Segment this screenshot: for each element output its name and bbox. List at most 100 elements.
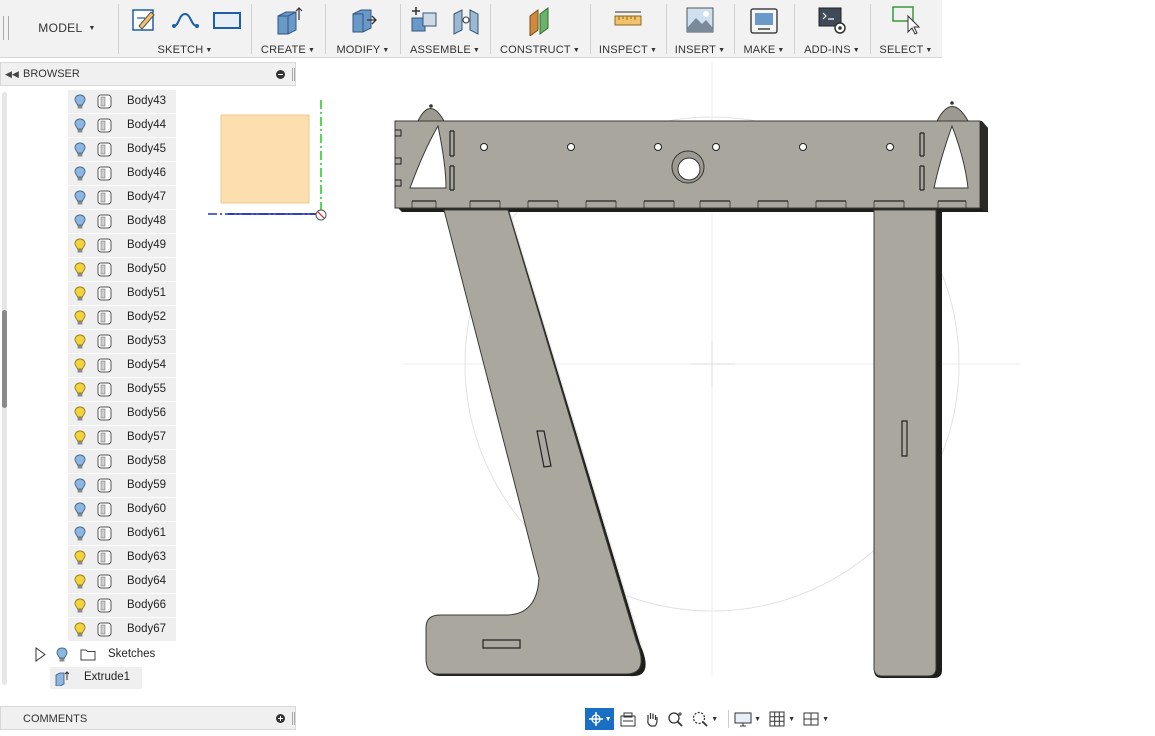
tree-body-row[interactable]: Body46 bbox=[68, 162, 176, 185]
visibility-bulb-icon[interactable] bbox=[74, 382, 86, 398]
collapse-panel-icon[interactable]: ◀◀ bbox=[5, 69, 19, 80]
body-icon bbox=[97, 502, 112, 517]
tree-body-row[interactable]: Body59 bbox=[68, 474, 176, 497]
zoom-button[interactable] bbox=[666, 708, 686, 730]
visibility-bulb-icon[interactable] bbox=[74, 574, 86, 590]
tree-body-row[interactable]: Body63 bbox=[68, 546, 176, 569]
tree-body-row[interactable]: Body43 bbox=[68, 90, 176, 113]
tree-body-row[interactable]: Body51 bbox=[68, 282, 176, 305]
create-group[interactable]: CREATE ▼ bbox=[253, 0, 323, 58]
tree-body-row[interactable]: Body61 bbox=[68, 522, 176, 545]
visibility-bulb-icon[interactable] bbox=[74, 502, 86, 518]
joint-icon[interactable] bbox=[450, 4, 482, 36]
tree-body-row[interactable]: Body47 bbox=[68, 186, 176, 209]
tree-body-row[interactable]: Body66 bbox=[68, 594, 176, 617]
add-ins-group[interactable]: ADD-INS ▼ bbox=[796, 0, 868, 58]
visibility-bulb-icon[interactable] bbox=[74, 550, 86, 566]
visibility-bulb-icon[interactable] bbox=[74, 262, 86, 278]
minimize-panel-icon[interactable] bbox=[276, 70, 285, 79]
visibility-bulb-icon[interactable] bbox=[74, 478, 86, 494]
scripts-icon[interactable] bbox=[816, 4, 848, 36]
toolbar-grip[interactable] bbox=[3, 16, 9, 40]
tree-extrude-feature[interactable]: Extrude1 bbox=[50, 667, 142, 689]
frame-top-beam[interactable] bbox=[394, 101, 988, 212]
orbit-button[interactable]: ▼ bbox=[585, 708, 615, 730]
comments-panel-header[interactable]: COMMENTS bbox=[0, 706, 296, 730]
browser-scrollbar[interactable] bbox=[2, 92, 7, 685]
tree-body-row[interactable]: Body50 bbox=[68, 258, 176, 281]
visibility-bulb-icon[interactable] bbox=[74, 310, 86, 326]
frame-right-leg[interactable] bbox=[873, 209, 942, 678]
construct-group[interactable]: CONSTRUCT ▼ bbox=[492, 0, 588, 58]
scrollbar-thumb[interactable] bbox=[2, 310, 7, 408]
modify-group[interactable]: MODIFY ▼ bbox=[327, 0, 399, 58]
visibility-bulb-icon[interactable] bbox=[74, 238, 86, 254]
visibility-bulb-icon[interactable] bbox=[74, 166, 86, 182]
visibility-bulb-icon[interactable] bbox=[74, 94, 86, 110]
rectangle-icon[interactable] bbox=[211, 4, 243, 36]
expand-arrow-icon[interactable] bbox=[34, 647, 46, 662]
inspect-group[interactable]: INSPECT ▼ bbox=[592, 0, 664, 58]
visibility-bulb-icon[interactable] bbox=[74, 430, 86, 446]
tree-body-row[interactable]: Body53 bbox=[68, 330, 176, 353]
display-settings-button[interactable] bbox=[733, 708, 753, 730]
chevron-down-icon[interactable]: ▼ bbox=[822, 716, 829, 723]
offset-plane-icon[interactable] bbox=[524, 4, 556, 36]
visibility-bulb-icon[interactable] bbox=[74, 118, 86, 134]
insert-group[interactable]: INSERT ▼ bbox=[668, 0, 732, 58]
insert-image-icon[interactable] bbox=[684, 4, 716, 36]
tree-body-row[interactable]: Body67 bbox=[68, 618, 176, 641]
measure-icon[interactable] bbox=[612, 4, 644, 36]
chevron-down-icon[interactable]: ▼ bbox=[711, 716, 718, 723]
tree-body-row[interactable]: Body52 bbox=[68, 306, 176, 329]
new-component-icon[interactable] bbox=[408, 4, 440, 36]
spline-icon[interactable] bbox=[169, 4, 201, 36]
select-group[interactable]: SELECT ▼ bbox=[872, 0, 940, 58]
visibility-bulb-icon[interactable] bbox=[74, 214, 86, 230]
extrude-box-icon[interactable] bbox=[272, 4, 304, 36]
tree-body-row[interactable]: Body60 bbox=[68, 498, 176, 521]
visibility-bulb-icon[interactable] bbox=[74, 286, 86, 302]
make-group[interactable]: MAKE ▼ bbox=[736, 0, 792, 58]
pan-button[interactable] bbox=[642, 708, 662, 730]
tree-body-row[interactable]: Body55 bbox=[68, 378, 176, 401]
3d-print-icon[interactable] bbox=[748, 4, 780, 36]
panel-resize-grip[interactable] bbox=[292, 68, 295, 81]
tree-body-row[interactable]: Body54 bbox=[68, 354, 176, 377]
look-at-button[interactable] bbox=[618, 708, 638, 730]
press-pull-icon[interactable] bbox=[347, 4, 379, 36]
select-icon[interactable] bbox=[890, 4, 922, 36]
grid-button[interactable] bbox=[767, 708, 787, 730]
chevron-down-icon[interactable]: ▼ bbox=[788, 716, 795, 723]
add-comment-icon[interactable] bbox=[276, 714, 285, 723]
tree-body-row[interactable]: Body56 bbox=[68, 402, 176, 425]
tree-body-row[interactable]: Body57 bbox=[68, 426, 176, 449]
browser-panel-header[interactable]: ◀◀ BROWSER bbox=[0, 62, 296, 86]
visibility-bulb-icon[interactable] bbox=[74, 526, 86, 542]
visibility-bulb-icon[interactable] bbox=[74, 622, 86, 638]
chevron-down-icon[interactable]: ▼ bbox=[754, 716, 761, 723]
tree-body-row[interactable]: Body64 bbox=[68, 570, 176, 593]
tree-body-row[interactable]: Body45 bbox=[68, 138, 176, 161]
tree-body-row[interactable]: Body44 bbox=[68, 114, 176, 137]
visibility-bulb-icon[interactable] bbox=[74, 406, 86, 422]
panel-resize-grip[interactable] bbox=[292, 712, 295, 725]
tree-sketches-folder[interactable]: Sketches bbox=[30, 644, 170, 666]
visibility-bulb-icon[interactable] bbox=[74, 598, 86, 614]
assemble-group[interactable]: ASSEMBLE ▼ bbox=[402, 0, 488, 58]
tree-body-row[interactable]: Body58 bbox=[68, 450, 176, 473]
visibility-bulb-icon[interactable] bbox=[74, 358, 86, 374]
tree-body-row[interactable]: Body49 bbox=[68, 234, 176, 257]
workspace-selector[interactable]: MODEL ▼ bbox=[18, 14, 116, 42]
visibility-bulb-icon[interactable] bbox=[74, 334, 86, 350]
visibility-bulb-icon[interactable] bbox=[74, 142, 86, 158]
viewports-button[interactable] bbox=[801, 708, 821, 730]
frame-left-leg[interactable] bbox=[425, 209, 646, 677]
sketch-group[interactable]: SKETCH ▼ bbox=[120, 0, 250, 58]
visibility-bulb-icon[interactable] bbox=[74, 454, 86, 470]
visibility-bulb-icon[interactable] bbox=[56, 647, 68, 663]
visibility-bulb-icon[interactable] bbox=[74, 190, 86, 206]
tree-body-row[interactable]: Body48 bbox=[68, 210, 176, 233]
create-sketch-icon[interactable] bbox=[127, 4, 159, 36]
zoom-window-button[interactable] bbox=[690, 708, 710, 730]
